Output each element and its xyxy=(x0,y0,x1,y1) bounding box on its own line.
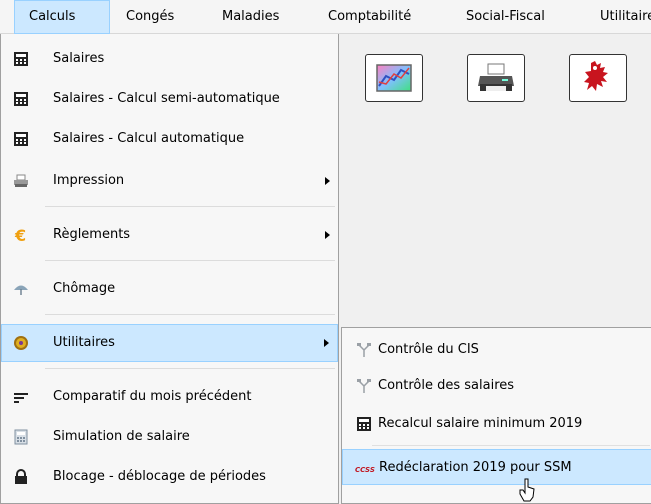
menu-item-label: Chômage xyxy=(53,281,116,296)
menu-item-utilitaires[interactable]: Utilitaires xyxy=(1,324,338,362)
utilitaires-submenu: Contrôle du CIS Contrôle des salaires Re… xyxy=(341,327,651,504)
tools-icon xyxy=(357,343,371,357)
svg-text:CCSS: CCSS xyxy=(355,466,375,474)
calculator-icon xyxy=(14,92,28,106)
submenu-arrow-icon xyxy=(325,177,330,185)
menu-maladies[interactable]: Maladies xyxy=(208,0,293,34)
chart-image-icon xyxy=(376,64,412,92)
menu-item-label: Salaires xyxy=(53,51,105,66)
lines-icon xyxy=(14,393,28,403)
submenu-separator xyxy=(372,445,650,446)
menu-item-blocage[interactable]: Blocage - déblocage de périodes xyxy=(1,458,338,496)
menu-item-label: Utilitaires xyxy=(53,335,115,350)
submenu-item-label: Redéclaration 2019 pour SSM xyxy=(379,460,572,475)
menu-item-comparatif[interactable]: Comparatif du mois précédent xyxy=(1,378,338,416)
svg-text:€: € xyxy=(14,227,26,243)
printer-icon xyxy=(478,63,514,91)
menu-separator xyxy=(45,260,335,261)
submenu-arrow-icon xyxy=(325,231,330,239)
tools-icon xyxy=(357,379,371,393)
calculator-light-icon xyxy=(14,429,28,445)
calculator-icon xyxy=(14,52,28,66)
menu-comptabilite[interactable]: Comptabilité xyxy=(314,0,425,34)
umbrella-icon xyxy=(14,285,28,295)
menu-item-label: Blocage - déblocage de périodes xyxy=(53,469,266,484)
menu-utilitaires[interactable]: Utilitaires xyxy=(586,0,651,34)
menu-separator xyxy=(45,314,335,315)
menu-item-label: Comparatif du mois précédent xyxy=(53,389,252,404)
menu-social-fiscal[interactable]: Social-Fiscal xyxy=(452,0,559,34)
menu-item-impression[interactable]: Impression xyxy=(1,162,338,200)
submenu-item-label: Contrôle des salaires xyxy=(378,378,515,393)
ccss-logo-icon: CCSS xyxy=(355,466,375,474)
mouse-cursor-icon xyxy=(519,478,535,502)
menu-item-salaires[interactable]: Salaires xyxy=(1,40,338,78)
menu-calculs[interactable]: Calculs xyxy=(14,0,110,34)
chart-toolbar-button[interactable] xyxy=(365,54,423,102)
menu-conges[interactable]: Congés xyxy=(112,0,188,34)
emblem-toolbar-button[interactable] xyxy=(569,54,627,102)
submenu-arrow-icon xyxy=(324,339,329,347)
submenu-item-redeclaration-ssm[interactable]: CCSS Redéclaration 2019 pour SSM xyxy=(342,449,651,485)
menu-item-reglements[interactable]: € Règlements xyxy=(1,216,338,254)
menu-item-label: Salaires - Calcul semi-automatique xyxy=(53,91,280,106)
menubar: Calculs Congés Maladies Comptabilité Soc… xyxy=(0,0,651,34)
menu-item-label: Simulation de salaire xyxy=(53,429,190,444)
menu-item-salaires-auto[interactable]: Salaires - Calcul automatique xyxy=(1,120,338,158)
lock-icon xyxy=(15,469,27,484)
menu-item-label: Règlements xyxy=(53,227,131,242)
submenu-item-recalcul-salaire-minimum[interactable]: Recalcul salaire minimum 2019 xyxy=(342,406,651,442)
calculs-menu: Salaires Salaires - Calcul semi-automati… xyxy=(0,34,339,504)
menu-item-chomage[interactable]: Chômage xyxy=(1,270,338,308)
menu-separator xyxy=(45,368,335,369)
print-toolbar-button[interactable] xyxy=(467,54,525,102)
printer-icon xyxy=(14,174,28,187)
submenu-item-label: Contrôle du CIS xyxy=(378,342,479,357)
menu-item-label: Salaires - Calcul automatique xyxy=(53,131,245,146)
menu-item-simulation[interactable]: Simulation de salaire xyxy=(1,418,338,456)
menu-item-label: Impression xyxy=(53,173,125,188)
submenu-item-controle-salaires[interactable]: Contrôle des salaires xyxy=(342,368,651,404)
submenu-item-label: Recalcul salaire minimum 2019 xyxy=(378,416,583,431)
submenu-item-controle-cis[interactable]: Contrôle du CIS xyxy=(342,332,651,368)
calculator-icon xyxy=(14,132,28,146)
calculator-icon xyxy=(357,417,371,431)
euro-icon: € xyxy=(14,227,26,243)
menu-separator xyxy=(45,206,335,207)
menu-item-salaires-semi-auto[interactable]: Salaires - Calcul semi-automatique xyxy=(1,80,338,118)
red-lion-emblem-icon xyxy=(584,61,608,91)
gear-icon xyxy=(14,336,28,350)
